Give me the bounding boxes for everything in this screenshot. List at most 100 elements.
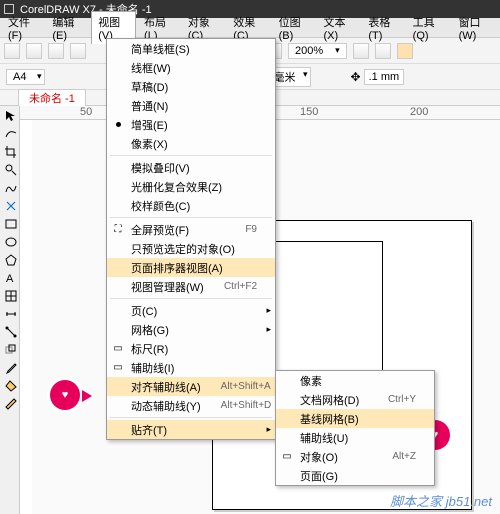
menu-item-label: 光栅化复合效果(Z): [131, 179, 222, 195]
nudge-distance[interactable]: ✥ .1 mm: [351, 69, 405, 85]
menu-item[interactable]: 视图管理器(W)Ctrl+F2: [107, 277, 275, 296]
new-icon[interactable]: [4, 43, 20, 59]
ellipse-tool-icon[interactable]: [3, 234, 17, 248]
snap-options-icon[interactable]: [353, 43, 369, 59]
page-size-selector[interactable]: A4: [6, 69, 45, 85]
menu-item[interactable]: 像素: [276, 371, 434, 390]
menu-item-shortcut: Alt+Shift+D: [201, 400, 272, 411]
menu-item[interactable]: 贴齐(T) ▸: [107, 420, 275, 439]
menu-item[interactable]: 简单线框(S): [107, 39, 275, 58]
menu-item[interactable]: 页面排序器视图(A): [107, 258, 275, 277]
zoom-value: 200%: [295, 45, 323, 57]
menu-item[interactable]: ▭对象(O)Alt+Z: [276, 447, 434, 466]
page-size-value: A4: [13, 71, 26, 83]
menu-item[interactable]: 文本(X): [317, 12, 360, 44]
menu-item-label: 对象(O): [300, 449, 338, 465]
heart-icon: ♥: [62, 389, 69, 401]
document-tab[interactable]: 未命名 -1: [18, 89, 86, 106]
polygon-tool-icon[interactable]: [3, 252, 17, 266]
save-icon[interactable]: [48, 43, 64, 59]
menu-item-label: 辅助线(U): [300, 430, 348, 446]
menu-item-label: 只预览选定的对象(O): [131, 241, 235, 257]
toolbox: A: [0, 106, 20, 514]
menu-item-label: 像素: [300, 373, 322, 389]
menu-item[interactable]: 辅助线(U): [276, 428, 434, 447]
menu-item[interactable]: ▭标尺(R): [107, 339, 275, 358]
menu-item[interactable]: ⛶全屏预览(F)F9: [107, 220, 275, 239]
menu-item-shortcut: Ctrl+Y: [368, 394, 416, 405]
menu-item[interactable]: 只预览选定的对象(O): [107, 239, 275, 258]
zoom-selector[interactable]: 200%▾: [288, 43, 347, 59]
menu-item-label: 简单线框(S): [131, 41, 190, 57]
outline-tool-icon[interactable]: [3, 396, 17, 410]
menu-item-label: 模拟叠印(V): [131, 160, 190, 176]
options-icon[interactable]: [375, 43, 391, 59]
menu-item[interactable]: 基线网格(B): [276, 409, 434, 428]
menu-item[interactable]: 对齐辅助线(A)Alt+Shift+A: [107, 377, 275, 396]
menu-item-label: 贴齐(T): [131, 422, 167, 438]
menu-item[interactable]: 光栅化复合效果(Z): [107, 177, 275, 196]
eyedropper-tool-icon[interactable]: [3, 360, 17, 374]
menu-item-icon: ▭: [111, 362, 125, 373]
menu-item[interactable]: 位图(B): [273, 12, 316, 44]
menu-item[interactable]: 动态辅助线(Y)Alt+Shift+D: [107, 396, 275, 415]
menu-item-icon: ▭: [111, 343, 125, 354]
annotation-heart-1: ♥: [50, 380, 86, 416]
menu-item-label: 增强(E): [131, 117, 168, 133]
menu-item[interactable]: 页(C)▸: [107, 301, 275, 320]
zoom-tool-icon[interactable]: [3, 162, 17, 176]
menu-item-label: 页面(G): [300, 468, 338, 484]
menu-item[interactable]: 线框(W): [107, 58, 275, 77]
menu-item-shortcut: Ctrl+F2: [204, 281, 257, 292]
menu-item-label: 页面排序器视图(A): [131, 260, 223, 276]
unit-value: 毫米: [274, 72, 296, 84]
smart-tool-icon[interactable]: [3, 198, 17, 212]
rectangle-tool-icon[interactable]: [3, 216, 17, 230]
snap-submenu-dropdown: 像素文档网格(D)Ctrl+Y基线网格(B)辅助线(U)▭对象(O)Alt+Z页…: [275, 370, 435, 486]
table-tool-icon[interactable]: [3, 288, 17, 302]
pick-tool-icon[interactable]: [3, 108, 17, 122]
fill-tool-icon[interactable]: [3, 378, 17, 392]
menu-item[interactable]: 文件(F): [2, 12, 44, 44]
menu-item[interactable]: 工具(Q): [407, 12, 451, 44]
menu-item[interactable]: 模拟叠印(V): [107, 158, 275, 177]
menu-item-label: 校样颜色(C): [131, 198, 190, 214]
menu-item[interactable]: 编辑(E): [46, 12, 89, 44]
menu-item[interactable]: 草稿(D): [107, 77, 275, 96]
nudge-icon: ✥: [351, 70, 361, 84]
menu-item-label: 文档网格(D): [300, 392, 359, 408]
menu-item-shortcut: Alt+Z: [372, 451, 416, 462]
menu-item[interactable]: ▭辅助线(I): [107, 358, 275, 377]
menu-item[interactable]: 网格(G)▸: [107, 320, 275, 339]
freehand-tool-icon[interactable]: [3, 180, 17, 194]
menu-item[interactable]: 增强(E): [107, 115, 275, 134]
menu-item-label: 全屏预览(F): [131, 222, 189, 238]
submenu-arrow-icon: ▸: [266, 324, 271, 335]
watermark-text: 脚本之家 jb51.net: [390, 491, 492, 510]
text-tool-icon[interactable]: A: [3, 270, 17, 284]
menu-item[interactable]: 像素(X): [107, 134, 275, 153]
menu-item[interactable]: 文档网格(D) Ctrl+Y: [276, 390, 434, 409]
menu-item[interactable]: 表格(T): [362, 12, 404, 44]
print-icon[interactable]: [70, 43, 86, 59]
crop-tool-icon[interactable]: [3, 144, 17, 158]
menu-item[interactable]: 校样颜色(C): [107, 196, 275, 215]
menu-item[interactable]: 页面(G): [276, 466, 434, 485]
menu-item[interactable]: 窗口(W): [453, 12, 498, 44]
menu-item-label: 基线网格(B): [300, 411, 359, 427]
effects-tool-icon[interactable]: [3, 342, 17, 356]
submenu-arrow-icon: ▸: [266, 424, 271, 435]
menu-item-label: 草稿(D): [131, 79, 168, 95]
svg-text:A: A: [6, 273, 14, 285]
ruler-tick: 150: [300, 106, 318, 118]
connector-tool-icon[interactable]: [3, 324, 17, 338]
launch-icon[interactable]: [397, 43, 413, 59]
document-tab-label: 未命名 -1: [29, 93, 75, 105]
menu-item[interactable]: 普通(N): [107, 96, 275, 115]
menu-item-label: 像素(X): [131, 136, 168, 152]
menu-item-shortcut: Alt+Shift+A: [201, 381, 271, 392]
menu-item-label: 普通(N): [131, 98, 168, 114]
dimension-tool-icon[interactable]: [3, 306, 17, 320]
open-icon[interactable]: [26, 43, 42, 59]
shape-tool-icon[interactable]: [3, 126, 17, 140]
